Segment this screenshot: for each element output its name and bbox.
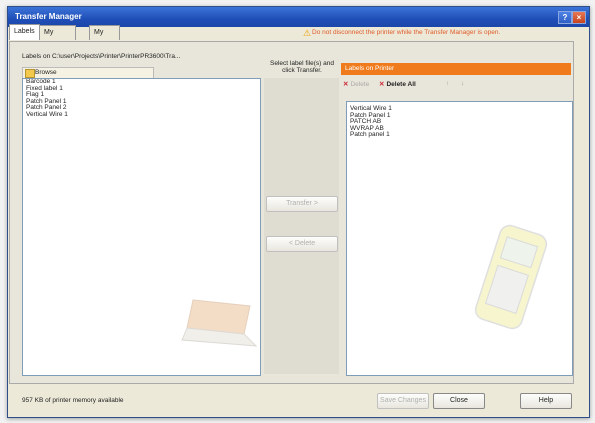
list-item[interactable]: Vertical Wire 1 bbox=[23, 111, 260, 119]
warning-icon: ⚠ bbox=[303, 28, 312, 38]
window-title: Transfer Manager bbox=[15, 12, 82, 21]
warning-text: Do not disconnect the printer while the … bbox=[312, 29, 501, 36]
delete-tool-label: Delete bbox=[350, 81, 370, 88]
delete-from-printer-button[interactable]: < Delete bbox=[266, 236, 338, 252]
delete-all-button[interactable]: ✕ Delete All bbox=[379, 80, 416, 88]
printer-toolbar: ✕ Delete ✕ Delete All ↑ ↓ bbox=[341, 77, 571, 91]
move-up-icon[interactable]: ↑ bbox=[446, 80, 449, 87]
laptop-illustration bbox=[181, 299, 258, 347]
transfer-instruction: Select label file(s) and click Transfer. bbox=[270, 60, 334, 74]
local-labels-path: Labels on C:\user\Projects\Printer\Print… bbox=[22, 53, 181, 60]
save-changes-button[interactable]: Save Changes bbox=[377, 393, 429, 409]
move-down-icon[interactable]: ↓ bbox=[461, 80, 464, 87]
transfer-column bbox=[264, 78, 339, 374]
title-bar: Transfer Manager ? × bbox=[8, 7, 589, 27]
delete-all-icon: ✕ bbox=[379, 81, 385, 88]
help-icon[interactable]: ? bbox=[558, 11, 572, 24]
dialog-footer: 957 KB of printer memory available Save … bbox=[9, 389, 572, 409]
label-printer-illustration bbox=[474, 224, 548, 330]
delete-icon: ✕ bbox=[343, 81, 349, 88]
printer-memory-status: 957 KB of printer memory available bbox=[22, 397, 124, 404]
list-item[interactable]: Patch panel 1 bbox=[347, 131, 572, 139]
delete-tool-button[interactable]: ✕ Delete bbox=[343, 80, 369, 88]
tab-my-symbols[interactable]: My Symbols bbox=[39, 25, 76, 50]
browse-label: Browse bbox=[35, 69, 57, 76]
close-icon[interactable]: × bbox=[572, 11, 586, 24]
tab-labels[interactable]: Labels bbox=[9, 24, 40, 40]
tab-my-library[interactable]: My Library bbox=[89, 25, 121, 50]
delete-all-label: Delete All bbox=[386, 81, 416, 88]
printer-labels-header: Labels on Printer bbox=[341, 63, 571, 75]
close-button[interactable]: Close bbox=[433, 393, 485, 409]
transfer-button[interactable]: Transfer > bbox=[266, 196, 338, 212]
help-button[interactable]: Help bbox=[520, 393, 572, 409]
folder-icon bbox=[25, 69, 35, 78]
